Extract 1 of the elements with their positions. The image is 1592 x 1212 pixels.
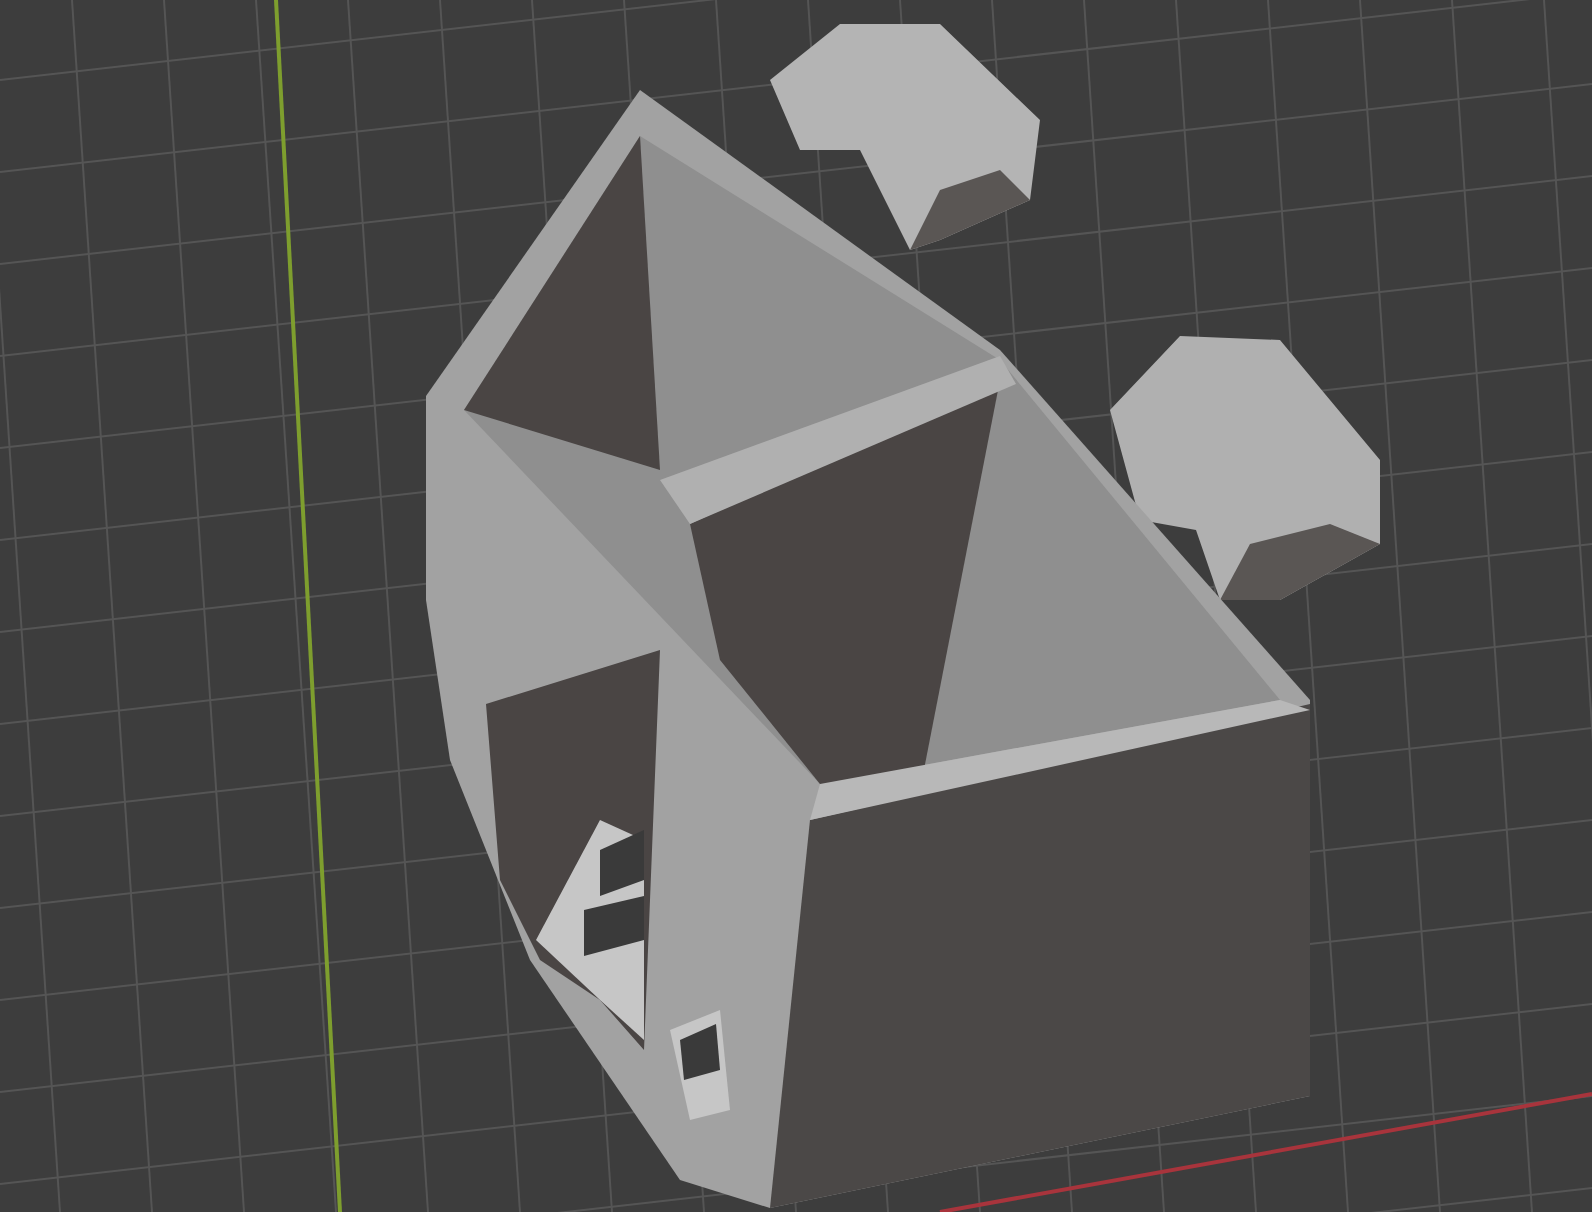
3d-viewport[interactable] (0, 0, 1592, 1212)
